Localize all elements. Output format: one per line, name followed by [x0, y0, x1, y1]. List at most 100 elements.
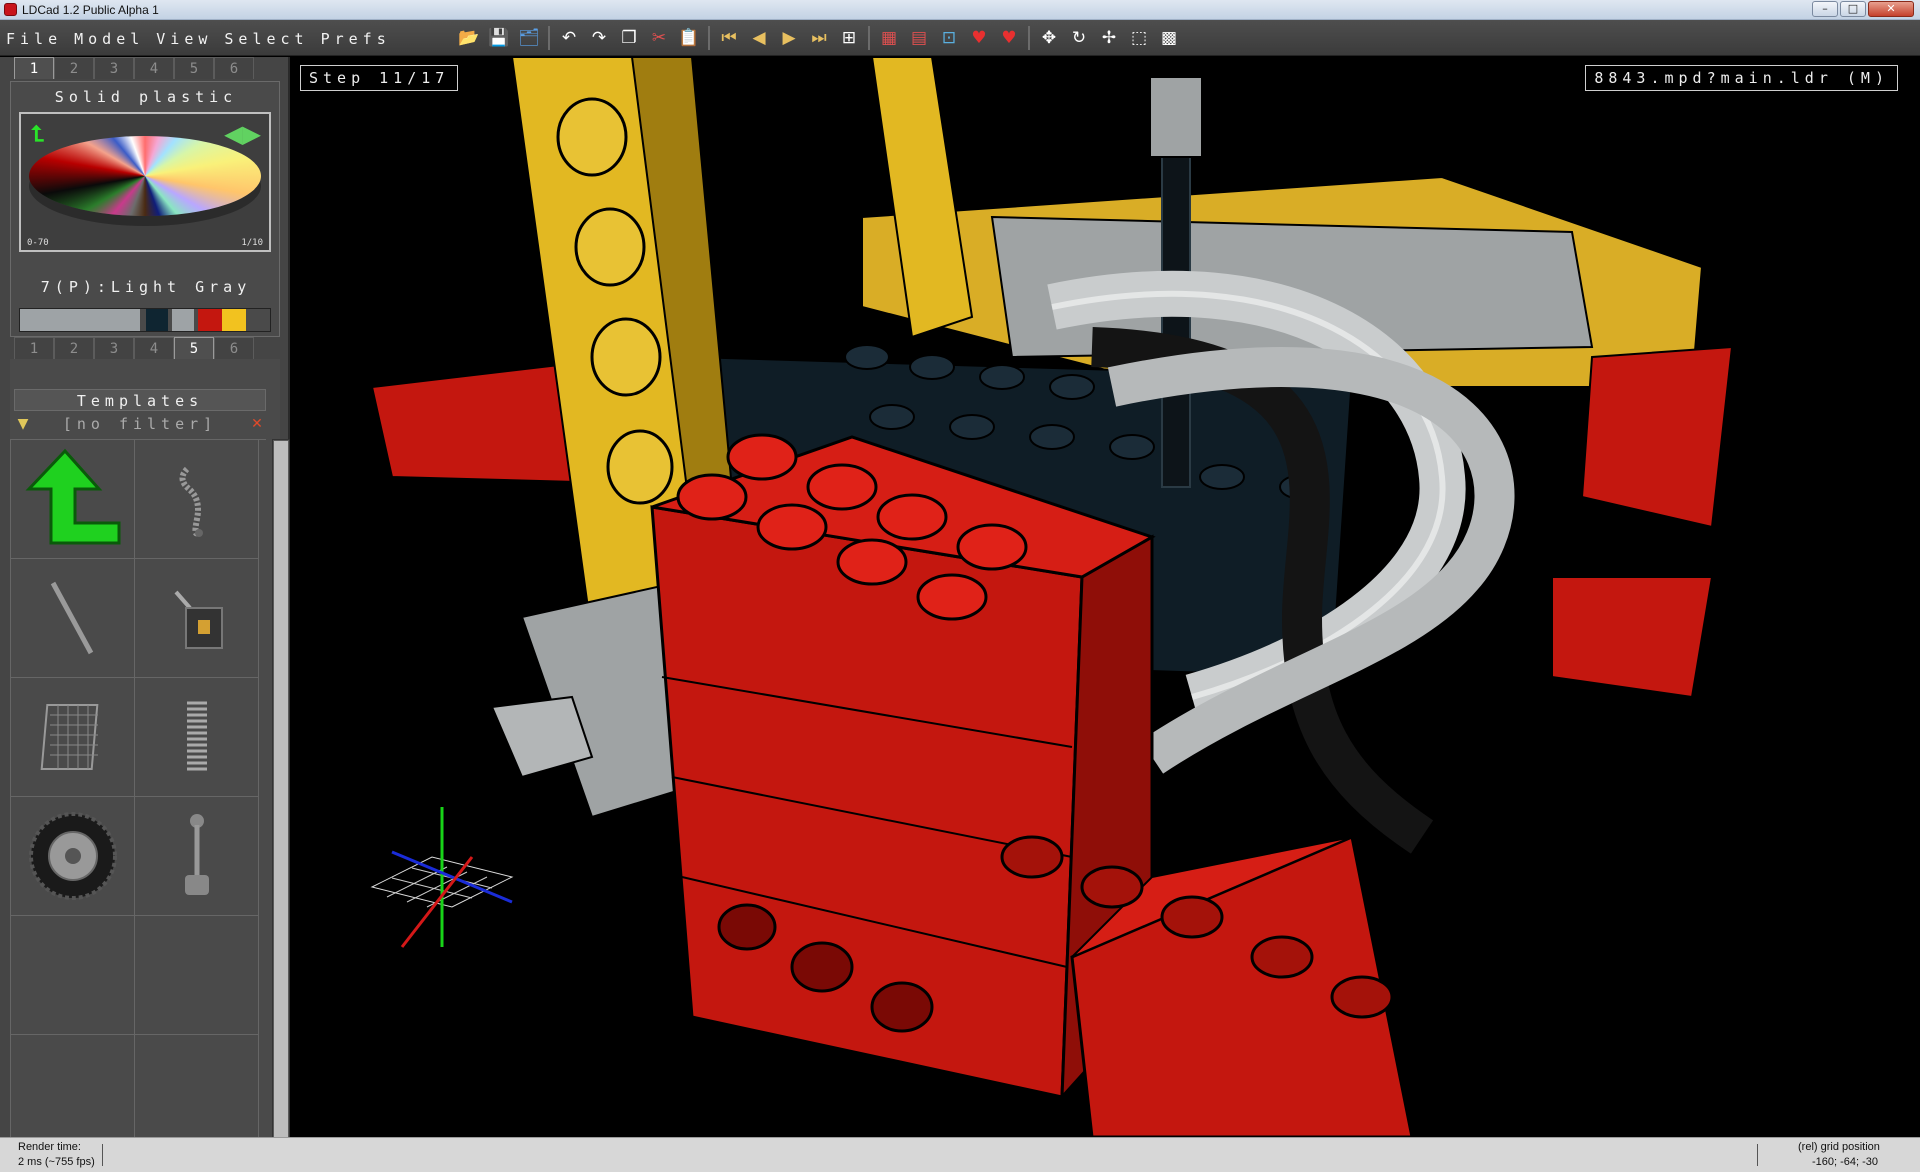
save-icon[interactable]: 💾: [486, 25, 512, 51]
template-axle-rod[interactable]: [11, 559, 135, 678]
filter-funnel-icon[interactable]: ▼: [14, 416, 32, 432]
model-file-label: 8843.mpd?main.ldr (M): [1585, 65, 1898, 91]
first-step-icon[interactable]: ⏮: [716, 25, 742, 51]
menu-select[interactable]: Select: [224, 30, 308, 48]
recent-color-swatches: [19, 308, 271, 332]
filter-input[interactable]: [no filter]: [32, 415, 248, 433]
paste-icon[interactable]: 📋: [676, 25, 702, 51]
actuator-icon: [173, 590, 223, 649]
last-step-icon[interactable]: ⏭: [806, 25, 832, 51]
menu-file[interactable]: File: [6, 30, 62, 48]
template-spring[interactable]: [135, 678, 259, 797]
snap-grid-icon[interactable]: ▩: [1156, 25, 1182, 51]
save-all-icon[interactable]: 🗂: [516, 25, 542, 51]
color-tab-5[interactable]: 5: [174, 57, 214, 79]
maximize-button[interactable]: □: [1840, 1, 1866, 17]
toolbar-separator: [708, 26, 710, 50]
template-tab-4[interactable]: 4: [134, 337, 174, 359]
template-panel-tabs: 123456: [14, 337, 254, 359]
color-tab-2[interactable]: 2: [54, 57, 94, 79]
status-divider: [102, 1144, 103, 1166]
open-file-icon[interactable]: 📂: [456, 25, 482, 51]
green-up-arrow-icon: [25, 448, 120, 545]
menu-model[interactable]: Model: [74, 30, 144, 48]
copy-icon[interactable]: ❐: [616, 25, 642, 51]
next-step-icon[interactable]: ▶: [776, 25, 802, 51]
color-group-title: Solid plastic: [54, 88, 238, 106]
pan-icon[interactable]: ✢: [1096, 25, 1122, 51]
color-page-label: 1/10: [241, 238, 263, 248]
template-tab-3[interactable]: 3: [94, 337, 134, 359]
template-tab-1[interactable]: 1: [14, 337, 54, 359]
cut-icon[interactable]: ✂: [646, 25, 672, 51]
template-grid: [10, 439, 266, 1154]
color-swatch[interactable]: [146, 309, 168, 331]
template-tab-5[interactable]: 5: [174, 337, 214, 359]
color-tab-3[interactable]: 3: [94, 57, 134, 79]
close-button[interactable]: ✕: [1868, 1, 1914, 17]
color-tab-1[interactable]: 1: [14, 57, 54, 79]
model-viewport[interactable]: Step 11/17 8843.mpd?main.ldr (M): [292, 57, 1920, 1137]
template-group-title: Templates: [14, 389, 266, 411]
page-nav-icon[interactable]: ◀▶: [224, 120, 261, 148]
minimize-button[interactable]: –: [1812, 1, 1838, 17]
redo-icon[interactable]: ↷: [586, 25, 612, 51]
red-plate-right: [1580, 345, 1734, 529]
template-parent-up[interactable]: [11, 440, 135, 559]
wheel-tire-icon: [28, 812, 117, 900]
menu-prefs[interactable]: Prefs: [321, 30, 391, 48]
template-chain-mesh[interactable]: [11, 678, 135, 797]
red-beam-right: [1551, 576, 1714, 699]
color-range-label: 0-70: [27, 238, 49, 248]
template-linear-actuator[interactable]: [135, 559, 259, 678]
template-tab-6[interactable]: 6: [214, 337, 254, 359]
lego-model-render[interactable]: [292, 57, 1920, 1137]
favorite-remove-icon[interactable]: ♥: [996, 25, 1022, 51]
color-swatch[interactable]: [198, 309, 222, 331]
template-flex-hose[interactable]: [135, 440, 259, 559]
color-tab-4[interactable]: 4: [134, 57, 174, 79]
selected-color-name: 7(P):Light Gray: [40, 278, 252, 296]
parent-group-icon[interactable]: ⮤: [31, 122, 44, 147]
template-empty[interactable]: [135, 916, 259, 1035]
favorite-icon[interactable]: ♥: [966, 25, 992, 51]
prev-step-icon[interactable]: ◀: [746, 25, 772, 51]
statusbar: Render time: 2 ms (~755 fps) (rel) grid …: [0, 1137, 1920, 1172]
menu-list: File Model View Select Prefs: [6, 30, 403, 48]
color-wheel[interactable]: [29, 136, 261, 216]
undo-icon[interactable]: ↶: [556, 25, 582, 51]
template-lever[interactable]: [135, 797, 259, 916]
toolbar-separator: [548, 26, 550, 50]
window-title: LDCad 1.2 Public Alpha 1: [22, 3, 159, 17]
template-empty[interactable]: [11, 916, 135, 1035]
render-time-value: 2 ms (~755 fps): [18, 1156, 95, 1168]
color-swatch[interactable]: [222, 309, 246, 331]
red-brick-front: [650, 505, 1084, 1099]
template-wheel-tire[interactable]: [11, 797, 135, 916]
select-mode-icon[interactable]: ⬚: [1126, 25, 1152, 51]
toolbar-separator: [1028, 26, 1030, 50]
step-indicator: Step 11/17: [300, 65, 459, 91]
rotate-icon[interactable]: ↻: [1066, 25, 1092, 51]
window-titlebar: LDCad 1.2 Public Alpha 1 – □ ✕: [0, 0, 1920, 20]
ungroup-icon[interactable]: ▤: [906, 25, 932, 51]
grid-icon[interactable]: ⊡: [936, 25, 962, 51]
color-tab-6[interactable]: 6: [214, 57, 254, 79]
color-swatch[interactable]: [20, 309, 140, 331]
group-icon[interactable]: ▦: [876, 25, 902, 51]
grid-position-label: (rel) grid position: [1798, 1141, 1880, 1153]
move-icon[interactable]: ✥: [1036, 25, 1062, 51]
clear-filter-icon[interactable]: ✕: [248, 416, 266, 432]
menu-view[interactable]: View: [156, 30, 212, 48]
scrollbar-thumb[interactable]: [274, 441, 288, 1151]
template-tab-2[interactable]: 2: [54, 337, 94, 359]
left-panel: 123456 Solid plastic ⮤ ◀▶ 0-70 1/10 7(P)…: [0, 57, 290, 1154]
color-swatch[interactable]: [172, 309, 194, 331]
axis-gizmo: [370, 807, 514, 948]
axle-rod-icon: [50, 581, 93, 655]
add-step-icon[interactable]: ⊞: [836, 25, 862, 51]
color-panel-tabs: 123456: [14, 57, 254, 79]
chain-mesh-icon: [40, 704, 98, 770]
filter-row: ▼ [no filter] ✕: [14, 413, 266, 435]
template-scrollbar[interactable]: [272, 439, 290, 1153]
